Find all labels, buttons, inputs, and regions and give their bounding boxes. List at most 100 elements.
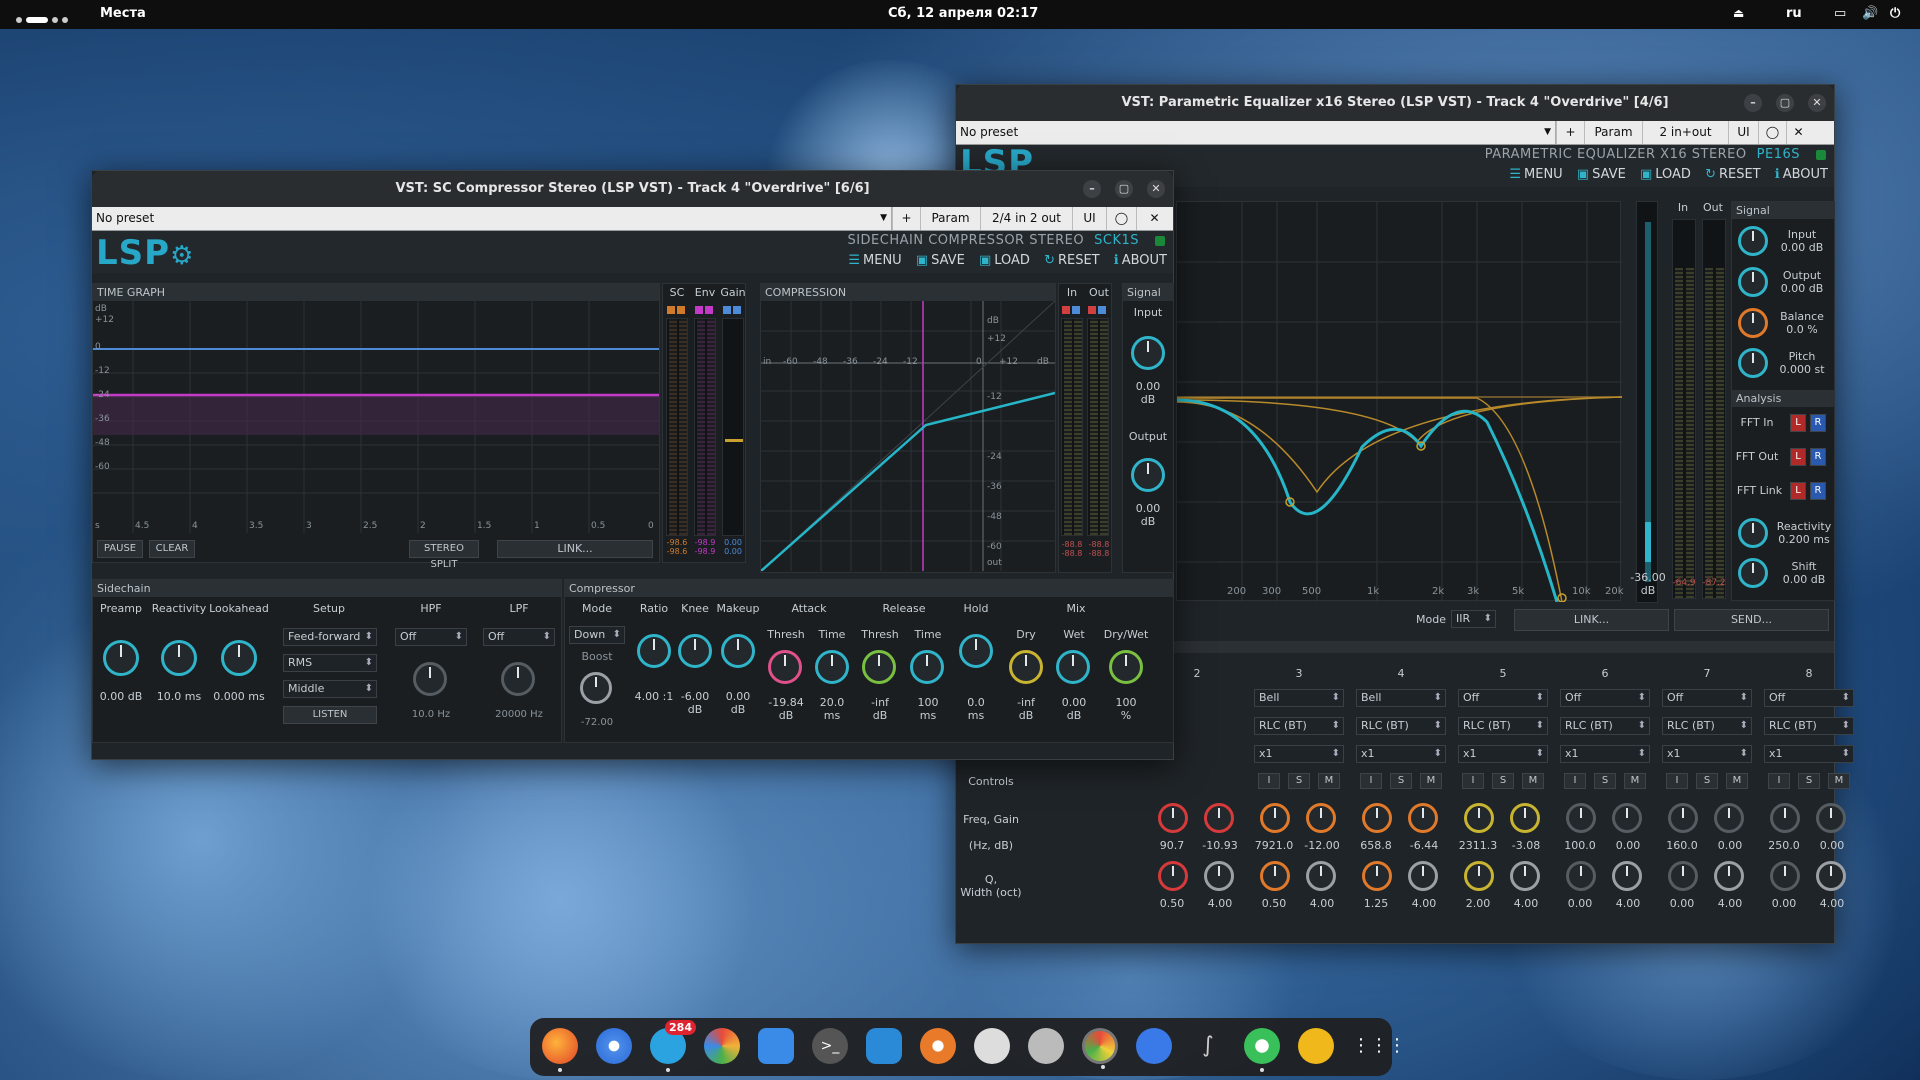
env-led-2[interactable]	[705, 306, 713, 314]
band-ism-button[interactable]: M	[1318, 773, 1340, 789]
eq-fft-link-r[interactable]: R	[1810, 482, 1826, 500]
eq-graph[interactable]: 200 300 500 1k 2k 3k 5k 10k 20k	[1176, 201, 1624, 603]
comp-bypass-knob[interactable]: ◯	[1106, 207, 1136, 230]
eq-send-button[interactable]: SEND...	[1674, 609, 1829, 631]
places-menu[interactable]: Места	[100, 6, 146, 21]
release-thresh-knob[interactable]	[862, 650, 896, 684]
comp-load-button[interactable]: ▣ LOAD	[979, 253, 1030, 268]
comp-link-button[interactable]: LINK...	[497, 540, 653, 558]
sc-led[interactable]	[667, 306, 675, 314]
chromium-icon[interactable]	[596, 1028, 632, 1064]
band-gain-knob[interactable]	[1306, 803, 1336, 833]
band-slope-select[interactable]: x1	[1458, 745, 1548, 763]
chat-icon[interactable]	[866, 1028, 902, 1064]
blender-icon[interactable]	[920, 1028, 956, 1064]
eq-output-knob[interactable]	[1738, 267, 1768, 297]
time-graph-svg[interactable]	[93, 301, 659, 533]
band-slope-select[interactable]: x1	[1254, 745, 1344, 763]
band-freq-knob[interactable]	[1260, 803, 1290, 833]
ratio-knob[interactable]	[637, 634, 671, 668]
maximize-button[interactable]: ▢	[1776, 94, 1794, 112]
comp-param-button[interactable]: Param	[920, 207, 980, 230]
app-grid-icon[interactable]: ⋮⋮⋮	[1352, 1028, 1406, 1064]
band-freq-knob[interactable]	[1668, 803, 1698, 833]
eq-reactivity-knob[interactable]	[1738, 518, 1768, 548]
eq-ui-button[interactable]: UI	[1728, 121, 1758, 144]
band-filter-select[interactable]: Off	[1662, 689, 1752, 707]
band-ism-button[interactable]: S	[1492, 773, 1514, 789]
band-ism-button[interactable]: I	[1258, 773, 1280, 789]
firefox-icon[interactable]	[542, 1028, 578, 1072]
eq-balance-knob[interactable]	[1738, 308, 1768, 338]
comp-add-preset-button[interactable]: +	[892, 207, 920, 230]
reactivity-knob[interactable]	[161, 640, 197, 676]
band-slope-select[interactable]: x1	[1356, 745, 1446, 763]
chrome-icon[interactable]	[1082, 1028, 1118, 1069]
hold-knob[interactable]	[959, 634, 993, 668]
preamp-knob[interactable]	[103, 640, 139, 676]
band-filter-select[interactable]: Bell	[1254, 689, 1344, 707]
hpf-knob[interactable]	[413, 662, 447, 696]
comp-about-button[interactable]: ℹ ABOUT	[1114, 253, 1167, 268]
gimp-icon[interactable]	[1028, 1028, 1064, 1064]
comp-menu-button[interactable]: ☰ MENU	[848, 253, 901, 268]
waveform-icon[interactable]: ∫	[1190, 1028, 1226, 1064]
attack-time-knob[interactable]	[815, 650, 849, 684]
close-button[interactable]: ✕	[1147, 180, 1165, 198]
band-ism-button[interactable]: S	[1798, 773, 1820, 789]
env-led[interactable]	[695, 306, 703, 314]
band-freq-knob[interactable]	[1362, 803, 1392, 833]
eq-close-ui-icon[interactable]: ✕	[1786, 121, 1810, 144]
comp-mode-select[interactable]: Down	[569, 626, 625, 644]
eject-icon[interactable]: ⏏	[1733, 6, 1744, 20]
minimize-button[interactable]: –	[1083, 180, 1101, 198]
band-q-knob[interactable]	[1770, 861, 1800, 891]
compression-curve-svg[interactable]	[761, 301, 1055, 571]
sc-led-2[interactable]	[677, 306, 685, 314]
eq-fft-out-r[interactable]: R	[1810, 448, 1826, 466]
keyboard-layout[interactable]: ru	[1786, 6, 1802, 21]
close-button[interactable]: ✕	[1808, 94, 1826, 112]
band-filter-select[interactable]: Bell	[1356, 689, 1446, 707]
eq-menu-button[interactable]: ☰ MENU	[1509, 167, 1562, 182]
eq-fft-link-l[interactable]: L	[1790, 482, 1806, 500]
comp-preset-select[interactable]: No preset ▼	[92, 207, 892, 230]
band-ism-button[interactable]: M	[1726, 773, 1748, 789]
band-q-knob[interactable]	[1260, 861, 1290, 891]
hpf-select[interactable]: Off	[395, 628, 467, 646]
band-gain-knob[interactable]	[1714, 803, 1744, 833]
band-filter-select[interactable]: Off	[1560, 689, 1650, 707]
band-freq-knob[interactable]	[1566, 803, 1596, 833]
in-led-r[interactable]	[1072, 306, 1080, 314]
pinwheel-icon[interactable]	[704, 1028, 740, 1064]
band-ism-button[interactable]: S	[1288, 773, 1310, 789]
band-ism-button[interactable]: I	[1462, 773, 1484, 789]
stereo-split-button[interactable]: STEREO SPLIT	[409, 540, 479, 570]
band-type-select[interactable]: RLC (BT)	[1662, 717, 1752, 735]
minimize-button[interactable]: –	[1744, 94, 1762, 112]
band-gain-knob[interactable]	[1612, 803, 1642, 833]
band-freq-knob[interactable]	[1158, 803, 1188, 833]
drywet-knob[interactable]	[1109, 650, 1143, 684]
compressor-titlebar[interactable]: VST: SC Compressor Stereo (LSP VST) - Tr…	[92, 171, 1173, 207]
band-width-knob[interactable]	[1612, 861, 1642, 891]
comp-reset-button[interactable]: ↻ RESET	[1044, 253, 1100, 268]
band-ism-button[interactable]: M	[1522, 773, 1544, 789]
volume-icon[interactable]: 🔊	[1862, 6, 1878, 21]
workspace-indicator[interactable]	[16, 12, 72, 27]
gain-led[interactable]	[723, 306, 731, 314]
release-time-knob[interactable]	[910, 650, 944, 684]
band-gain-knob[interactable]	[1204, 803, 1234, 833]
terminal-icon[interactable]: >_	[812, 1028, 848, 1064]
band-gain-knob[interactable]	[1816, 803, 1846, 833]
sc-type-select[interactable]: Feed-forward	[283, 628, 377, 646]
knee-knob[interactable]	[678, 634, 712, 668]
eq-about-button[interactable]: ℹ ABOUT	[1775, 167, 1828, 182]
attack-thresh-knob[interactable]	[768, 650, 802, 684]
boost-knob[interactable]	[580, 672, 612, 704]
eq-bypass-knob[interactable]: ◯	[1758, 121, 1786, 144]
equalizer-titlebar[interactable]: VST: Parametric Equalizer x16 Stereo (LS…	[956, 85, 1834, 121]
comp-power-led[interactable]	[1155, 236, 1165, 246]
band-ism-button[interactable]: M	[1420, 773, 1442, 789]
band-q-knob[interactable]	[1362, 861, 1392, 891]
